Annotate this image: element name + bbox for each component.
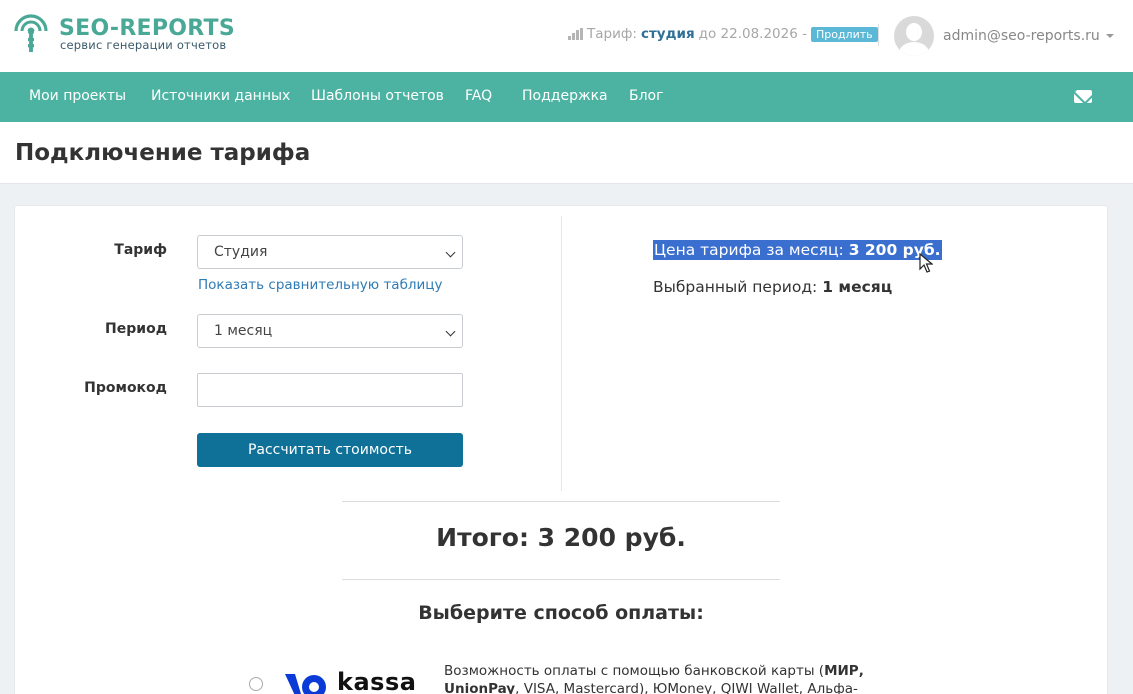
promo-input[interactable]	[197, 373, 463, 407]
user-menu[interactable]: admin@seo-reports.ru	[894, 16, 1114, 56]
kassa-logo: kassa	[285, 668, 425, 694]
avatar	[894, 16, 934, 56]
top-header: SEO-REPORTS сервис генерации отчетов Тар…	[0, 0, 1133, 72]
nav-item-data-sources[interactable]: Источники данных	[151, 88, 290, 104]
page-header: Подключение тарифа	[0, 122, 1133, 184]
nav-item-faq[interactable]: FAQ	[465, 88, 492, 104]
payment-radio-kassa[interactable]	[249, 677, 263, 691]
nav-item-report-templates[interactable]: Шаблоны отчетов	[311, 88, 444, 104]
payment-heading: Выберите способ оплаты:	[418, 602, 704, 624]
selected-period-label: Выбранный период:	[653, 278, 818, 296]
tariff-info: Тариф: студия до 22.08.2026 - Продлить	[568, 26, 878, 42]
period-label: Период	[105, 321, 167, 337]
price-label: Цена тарифа за месяц:	[654, 241, 844, 259]
mail-icon[interactable]	[1074, 90, 1092, 103]
tariff-prefix: Тариф:	[587, 26, 637, 42]
tariff-label: Тариф	[114, 242, 167, 258]
mouse-cursor-icon	[919, 253, 933, 273]
period-select[interactable]: 1 месяц	[197, 314, 463, 348]
user-email: admin@seo-reports.ru	[943, 28, 1100, 44]
kassa-logo-text: kassa	[337, 668, 417, 694]
logo[interactable]: SEO-REPORTS сервис генерации отчетов	[14, 14, 244, 56]
kassa-logo-icon	[285, 674, 326, 694]
calculate-button[interactable]: Рассчитать стоимость	[197, 433, 463, 467]
tariff-select[interactable]: Студия	[197, 235, 463, 269]
nav-item-projects[interactable]: Мои проекты	[29, 88, 126, 104]
divider-bottom	[342, 579, 780, 580]
page-title: Подключение тарифа	[15, 140, 311, 166]
header-divider	[878, 24, 879, 46]
payment-desc-prefix: Возможность оплаты с помощью банковской …	[444, 663, 825, 679]
tariff-until: до 22.08.2026 -	[698, 26, 807, 42]
promo-label: Промокод	[84, 380, 167, 396]
tariff-select-value: Студия	[214, 244, 268, 260]
brand-tagline: сервис генерации отчетов	[60, 38, 227, 52]
compare-table-link[interactable]: Показать сравнительную таблицу	[198, 277, 443, 293]
nav-item-support[interactable]: Поддержка	[522, 88, 608, 104]
selected-period-value: 1 месяц	[822, 278, 893, 296]
tariff-name: студия	[640, 26, 695, 42]
column-divider	[561, 216, 562, 491]
nav-item-blog[interactable]: Блог	[629, 88, 663, 104]
total-amount: Итого: 3 200 руб.	[436, 523, 686, 552]
tariff-card: Тариф Студия Показать сравнительную табл…	[14, 205, 1108, 694]
payment-description: Возможность оплаты с помощью банковской …	[444, 662, 884, 694]
signal-tower-icon	[14, 14, 50, 52]
chevron-down-icon	[1105, 34, 1114, 38]
extend-button[interactable]: Продлить	[810, 26, 878, 42]
price-line: Цена тарифа за месяц: 3 200 руб.	[653, 240, 942, 260]
period-select-value: 1 месяц	[214, 323, 273, 339]
signal-bars-icon	[568, 28, 583, 40]
divider-top	[342, 501, 780, 502]
selected-period-line: Выбранный период: 1 месяц	[653, 278, 892, 296]
